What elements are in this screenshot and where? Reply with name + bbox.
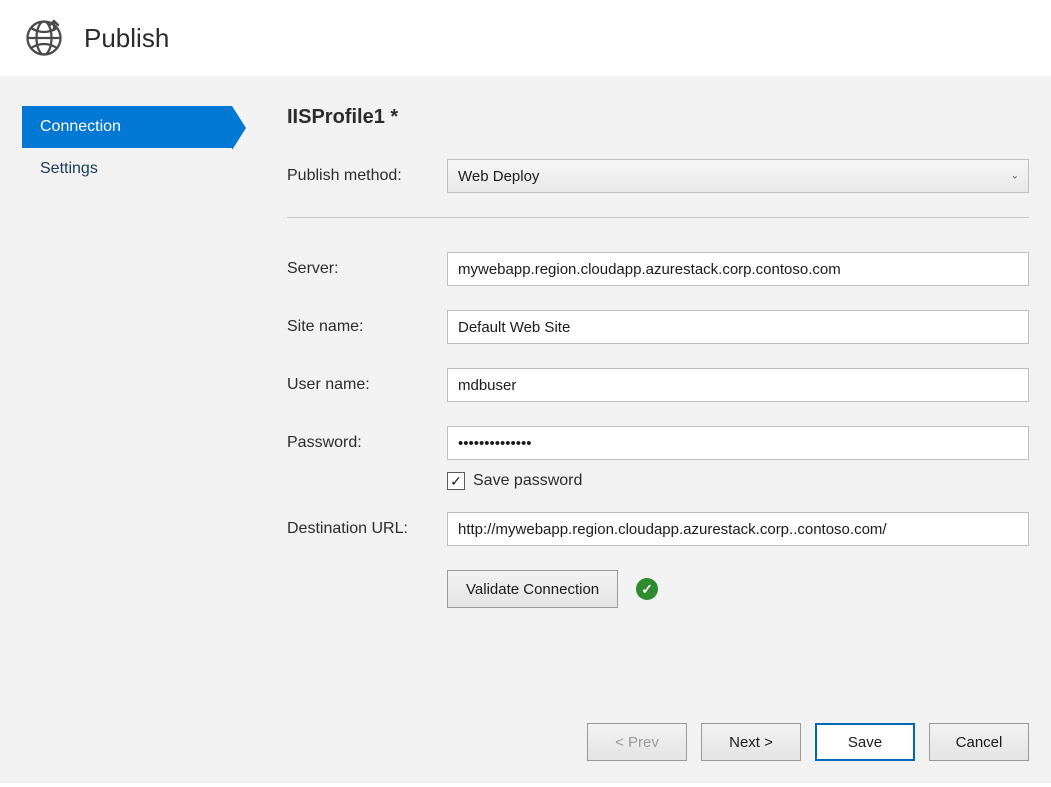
next-button[interactable]: Next >	[701, 723, 801, 761]
destination-url-row: Destination URL:	[287, 512, 1029, 546]
password-row: Password:	[287, 426, 1029, 460]
user-name-label: User name:	[287, 376, 447, 394]
destination-url-label: Destination URL:	[287, 520, 447, 538]
user-name-row: User name:	[287, 368, 1029, 402]
publish-method-select[interactable]: Web Deploy	[447, 159, 1029, 193]
user-name-input[interactable]	[447, 368, 1029, 402]
page-title: Publish	[84, 23, 169, 54]
sidebar: Connection Settings	[22, 106, 232, 761]
site-name-row: Site name:	[287, 310, 1029, 344]
profile-title: IISProfile1 *	[287, 106, 1029, 129]
content-area: Connection Settings IISProfile1 * Publis…	[0, 76, 1051, 783]
sidebar-item-settings[interactable]: Settings	[22, 148, 232, 190]
globe-publish-icon	[24, 18, 64, 58]
header: Publish	[0, 0, 1051, 76]
site-name-input[interactable]	[447, 310, 1029, 344]
publish-method-row: Publish method: Web Deploy ⌄	[287, 159, 1029, 193]
save-button[interactable]: Save	[815, 723, 915, 761]
main-panel: IISProfile1 * Publish method: Web Deploy…	[232, 106, 1029, 761]
save-password-label: Save password	[473, 472, 582, 490]
prev-button: < Prev	[587, 723, 687, 761]
site-name-label: Site name:	[287, 318, 447, 336]
save-password-checkbox[interactable]: ✓	[447, 472, 465, 490]
sidebar-item-connection[interactable]: Connection	[22, 106, 232, 148]
server-row: Server:	[287, 252, 1029, 286]
success-check-icon: ✓	[636, 578, 658, 600]
save-password-row: ✓ Save password	[447, 472, 1029, 490]
divider	[287, 217, 1029, 218]
server-label: Server:	[287, 260, 447, 278]
destination-url-input[interactable]	[447, 512, 1029, 546]
password-label: Password:	[287, 434, 447, 452]
sidebar-item-label: Connection	[40, 118, 121, 135]
publish-method-label: Publish method:	[287, 167, 447, 185]
validate-row: Validate Connection ✓	[447, 570, 1029, 608]
validate-connection-button[interactable]: Validate Connection	[447, 570, 618, 608]
sidebar-item-label: Settings	[40, 160, 98, 177]
server-input[interactable]	[447, 252, 1029, 286]
cancel-button[interactable]: Cancel	[929, 723, 1029, 761]
footer-buttons: < Prev Next > Save Cancel	[287, 693, 1029, 761]
password-input[interactable]	[447, 426, 1029, 460]
